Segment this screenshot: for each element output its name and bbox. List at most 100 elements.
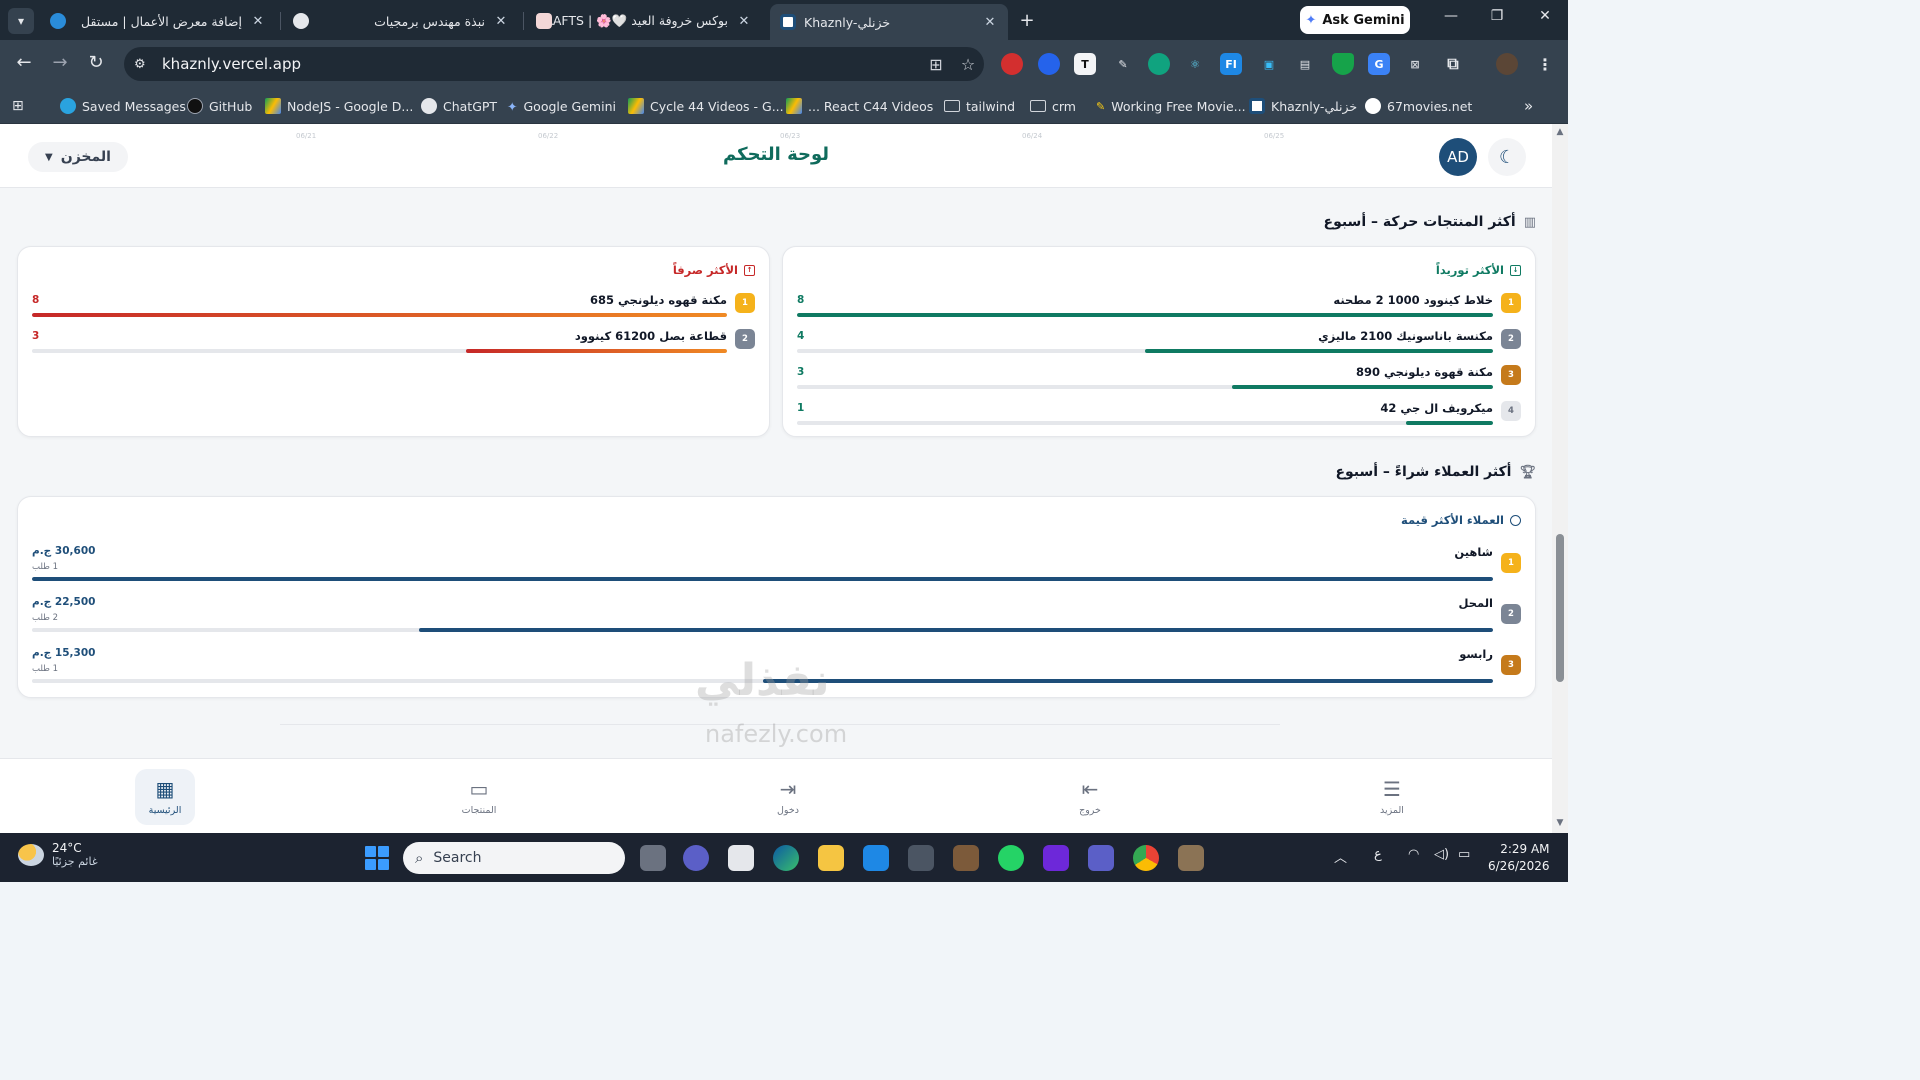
scroll-down-arrow-icon[interactable]: ▼ <box>1555 818 1565 828</box>
browser-tab[interactable]: بوكس خروفة العيد 🤍🌸 | RAFTS ✕ <box>526 6 762 36</box>
ask-gemini-button[interactable]: ✦ Ask Gemini <box>1300 6 1410 34</box>
nav-stock-in[interactable]: ⇥ دخول <box>758 769 818 825</box>
bookmarks-overflow-button[interactable]: » <box>1524 94 1533 118</box>
url-text[interactable]: khaznly.vercel.app <box>162 55 920 73</box>
gta-game-icon[interactable] <box>908 845 934 871</box>
volume-icon[interactable]: ◁) <box>1434 847 1449 862</box>
show-hidden-icons-chevron-icon[interactable]: ︿ <box>1334 847 1347 866</box>
scrollbar-thumb[interactable] <box>1556 534 1564 682</box>
bookmark-item[interactable]: ChatGPT <box>421 94 497 118</box>
browser-tab[interactable]: إضافة معرض الأعمال | مستقل ✕ <box>40 6 276 36</box>
extension-fi-icon[interactable]: FI <box>1220 53 1242 75</box>
extension-grid-icon[interactable]: ⊠ <box>1404 53 1426 75</box>
nav-stock-out[interactable]: ⇤ خروج <box>1060 769 1120 825</box>
close-window-button[interactable]: ✕ <box>1530 8 1560 24</box>
bookmark-folder[interactable]: crm <box>1030 94 1076 118</box>
vscode-icon[interactable] <box>863 845 889 871</box>
maximize-window-button[interactable]: ❐ <box>1482 8 1512 24</box>
extension-screen-icon[interactable]: ▣ <box>1258 53 1280 75</box>
page-scrollbar[interactable]: ▲ ▼ <box>1552 124 1568 833</box>
most-supplied-title: ↓ الأكثر توريداً <box>1436 263 1521 277</box>
warehouse-select[interactable]: المخزن ▼ <box>28 142 128 172</box>
bookmark-item[interactable]: NodeJS - Google D... <box>265 94 413 118</box>
rank-badge: 3 <box>1501 655 1521 675</box>
extension-shield-icon[interactable] <box>1332 53 1354 75</box>
github-icon <box>187 98 203 114</box>
extensions-puzzle-icon[interactable]: ⧉ <box>1442 53 1464 75</box>
bookmark-item[interactable]: Khaznly-خزنلي <box>1249 94 1357 118</box>
bookmark-item[interactable]: ✦ Google Gemini <box>507 94 616 118</box>
apps-grid-icon[interactable]: ⊞ <box>12 94 24 118</box>
teams-chat-icon[interactable] <box>683 845 709 871</box>
taskbar-search[interactable]: ⌕ Search <box>403 842 625 874</box>
task-view-icon[interactable] <box>640 845 666 871</box>
bookmark-item[interactable]: Cycle 44 Videos - G... <box>628 94 784 118</box>
chrome-icon[interactable] <box>1133 845 1159 871</box>
forward-button[interactable]: → <box>48 52 72 73</box>
nav-products[interactable]: ▭ المنتجات <box>449 769 509 825</box>
whatsapp-icon[interactable] <box>998 845 1024 871</box>
extension-blue-icon[interactable] <box>1038 53 1060 75</box>
bookmark-item[interactable]: ✎ Working Free Movie... <box>1096 94 1246 118</box>
reload-button[interactable]: ↻ <box>84 52 108 73</box>
folder-icon <box>1030 100 1046 112</box>
system-clock[interactable]: 2:29 AM 6/26/2026 <box>1488 841 1550 875</box>
game-app-2-icon[interactable] <box>1178 845 1204 871</box>
browser-tab[interactable]: نبذة مهندس برمجيات ✕ <box>283 6 519 36</box>
site-info-icon[interactable]: ⚙ <box>134 57 154 72</box>
google-translate-icon[interactable]: G <box>1368 53 1390 75</box>
react-devtools-icon[interactable]: ⚛ <box>1184 53 1206 75</box>
most-consumed-title: ↑ الأكثر صرفاً <box>673 263 755 277</box>
progress-fill <box>466 349 727 353</box>
eyedropper-icon[interactable]: ✎ <box>1112 53 1134 75</box>
weather-widget[interactable]: 24°C غائم جزئيًا <box>18 841 98 868</box>
scroll-up-arrow-icon[interactable]: ▲ <box>1555 127 1565 137</box>
extension-chatgpt-icon[interactable] <box>1148 53 1170 75</box>
extension-doc-icon[interactable]: ▤ <box>1294 53 1316 75</box>
edge-browser-icon[interactable] <box>773 845 799 871</box>
card-title-label: الأكثر صرفاً <box>672 263 738 277</box>
bookmark-item[interactable]: React C44 Videos ... <box>786 94 933 118</box>
extension-t-icon[interactable]: T <box>1074 53 1096 75</box>
tab-search-button[interactable]: ▾ <box>8 8 34 34</box>
progress-fill <box>418 628 1493 632</box>
product-row: 2 مكنسة باناسونيك 2100 ماليزي 4 <box>797 327 1521 357</box>
windows-start-icon[interactable] <box>365 846 389 870</box>
browser-tab-active[interactable]: Khaznly-خزنلي ✕ <box>770 4 1008 40</box>
bookmark-folder[interactable]: tailwind <box>944 94 1015 118</box>
nav-more[interactable]: ☰ المزيد <box>1362 769 1422 825</box>
browser-menu-icon[interactable]: ⋮ <box>1534 53 1556 75</box>
minimize-window-button[interactable]: — <box>1436 8 1466 24</box>
close-tab-icon[interactable]: ✕ <box>736 14 752 29</box>
translate-icon[interactable]: ⊞ <box>920 55 952 74</box>
keyboard-language[interactable]: ع <box>1374 847 1382 862</box>
bookmark-item[interactable]: 67movies.net <box>1365 94 1472 118</box>
battery-icon[interactable]: ▭ <box>1458 847 1470 862</box>
product-name: مكنسة باناسونيك 2100 ماليزي <box>1318 329 1493 343</box>
game-app-icon[interactable] <box>953 845 979 871</box>
user-avatar[interactable]: AD <box>1439 138 1477 176</box>
new-tab-button[interactable]: + <box>1016 10 1038 31</box>
visual-studio-icon[interactable] <box>1043 845 1069 871</box>
teams-icon[interactable] <box>1088 845 1114 871</box>
bookmark-star-icon[interactable]: ☆ <box>952 55 984 74</box>
file-explorer-icon[interactable] <box>818 845 844 871</box>
bookmark-item[interactable]: Saved Messages <box>60 94 186 118</box>
close-tab-icon[interactable]: ✕ <box>982 15 998 30</box>
wifi-icon[interactable]: ◠ <box>1408 847 1419 862</box>
dark-mode-toggle[interactable]: ☾ <box>1488 138 1526 176</box>
address-bar[interactable]: ⚙ khaznly.vercel.app ⊞ ☆ <box>124 47 984 81</box>
nav-home[interactable]: ▦ الرئيسية <box>135 769 195 825</box>
microsoft-store-icon[interactable] <box>728 845 754 871</box>
extension-red-icon[interactable] <box>1001 53 1023 75</box>
customer-row: 2 المحل 22,500 ج.م 2 طلب <box>32 592 1521 636</box>
close-tab-icon[interactable]: ✕ <box>250 14 266 29</box>
bookmark-label: tailwind <box>966 98 1016 114</box>
profile-avatar[interactable] <box>1496 53 1518 75</box>
close-tab-icon[interactable]: ✕ <box>493 14 509 29</box>
customer-orders: 2 طلب <box>32 613 59 623</box>
back-button[interactable]: ← <box>12 52 36 73</box>
gemini-icon: ✦ <box>507 98 518 114</box>
bookmark-item[interactable]: GitHub <box>187 94 252 118</box>
logout-icon: ⇤ <box>1081 776 1099 801</box>
